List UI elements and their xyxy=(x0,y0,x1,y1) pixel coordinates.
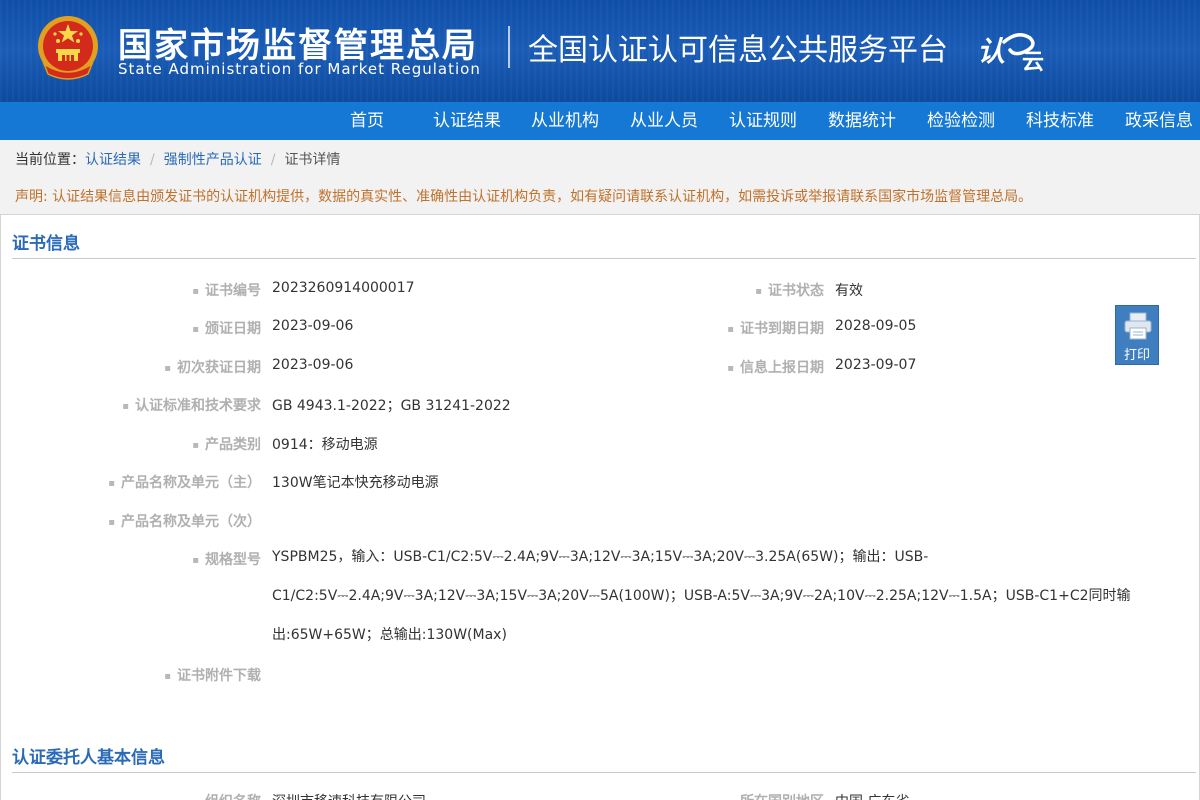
logo-char-yun: 云 xyxy=(1022,50,1045,75)
label-region: 所在国别地区 xyxy=(727,791,824,800)
section-title-client-info: 认证委托人基本信息 xyxy=(12,748,165,768)
label-first-date: 初次获证日期 xyxy=(164,357,261,377)
breadcrumb-separator: / xyxy=(150,152,155,168)
platform-title: 全国认证认可信息公共服务平台 xyxy=(528,33,948,68)
value-model: YSPBM25，输入：USB-C1/C2:5V⎓2.4A;9V⎓3A;12V⎓3… xyxy=(272,549,1131,643)
national-emblem-icon xyxy=(38,16,98,80)
nav-home[interactable]: 首页 xyxy=(350,102,384,140)
agency-name-en: State Administration for Market Regulati… xyxy=(118,60,481,78)
value-cert-no: 2023260914000017 xyxy=(272,280,415,296)
label-expiry-date: 证书到期日期 xyxy=(727,318,824,338)
site-header: 国家市场监督管理总局 State Administration for Mark… xyxy=(0,0,1200,102)
value-org-name: 深圳市移速科技有限公司 xyxy=(272,791,426,800)
breadcrumb-ccc[interactable]: 强制性产品认证 xyxy=(164,152,262,168)
breadcrumb-separator: / xyxy=(270,152,276,168)
label-standards: 认证标准和技术要求 xyxy=(122,395,261,415)
value-product-name-main: 130W笔记本快充移动电源 xyxy=(272,475,439,491)
section-rule xyxy=(12,772,1196,773)
logo-char-ren: 认 xyxy=(977,35,1006,68)
breadcrumb-prefix: 当前位置： xyxy=(15,152,85,168)
section-title-cert-info: 证书信息 xyxy=(12,234,80,254)
value-cert-status: 有效 xyxy=(835,283,863,299)
label-category: 产品类别 xyxy=(192,434,261,454)
section-rule xyxy=(12,258,1196,259)
label-cert-no: 证书编号 xyxy=(192,280,261,300)
value-issue-date: 2023-09-06 xyxy=(272,318,354,334)
value-region: 中国 广东省 xyxy=(835,791,909,800)
label-cert-status: 证书状态 xyxy=(755,280,824,300)
nav-institutions[interactable]: 从业机构 xyxy=(531,102,599,140)
disclaimer-notice: 声明: 认证结果信息由颁发证书的认证机构提供，数据的真实性、准确性由认证机构负责… xyxy=(0,180,1200,214)
nav-practitioners[interactable]: 从业人员 xyxy=(630,102,698,140)
value-standards: GB 4943.1-2022；GB 31241-2022 xyxy=(272,398,511,414)
label-org-name: 组织名称 xyxy=(192,791,261,800)
nav-procurement[interactable]: 政采信息 xyxy=(1125,102,1193,140)
cert-detail-panel xyxy=(0,214,1200,800)
print-button[interactable]: 打印 xyxy=(1115,305,1159,365)
nav-statistics[interactable]: 数据统计 xyxy=(828,102,896,140)
nav-cert-results[interactable]: 认证结果 xyxy=(433,102,501,140)
breadcrumb: 当前位置：认证结果 / 强制性产品认证 / 证书详情 xyxy=(0,140,1200,180)
label-attachment: 证书附件下载 xyxy=(164,665,261,685)
main-nav: 首页 认证结果 从业机构 从业人员 认证规则 数据统计 检验检测 科技标准 政采… xyxy=(0,102,1200,140)
label-report-date: 信息上报日期 xyxy=(727,357,824,377)
nav-inspection[interactable]: 检验检测 xyxy=(927,102,995,140)
value-category: 0914：移动电源 xyxy=(272,437,378,453)
label-product-name-sub: 产品名称及单元（次） xyxy=(108,511,261,531)
breadcrumb-current: 证书详情 xyxy=(284,152,341,168)
value-first-date: 2023-09-06 xyxy=(272,357,354,373)
header-divider xyxy=(508,26,510,68)
value-report-date: 2023-09-07 xyxy=(835,357,917,373)
nav-standards[interactable]: 科技标准 xyxy=(1026,102,1094,140)
breadcrumb-cert-results[interactable]: 认证结果 xyxy=(85,152,141,168)
printer-icon xyxy=(1124,312,1152,340)
value-expiry-date: 2028-09-05 xyxy=(835,318,917,334)
nav-cert-rules[interactable]: 认证规则 xyxy=(729,102,797,140)
label-issue-date: 颁证日期 xyxy=(192,318,261,338)
print-label: 打印 xyxy=(1123,348,1150,363)
label-product-name-main: 产品名称及单元（主） xyxy=(108,472,261,492)
label-model: 规格型号 xyxy=(192,549,261,569)
